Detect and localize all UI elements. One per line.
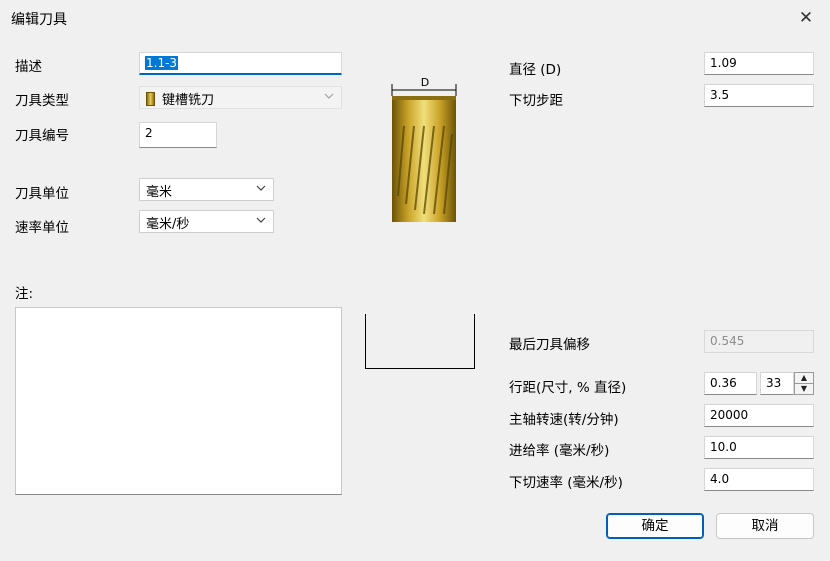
rate-unit-select[interactable]: 毫米/秒 bbox=[139, 210, 274, 233]
description-label: 描述 bbox=[15, 59, 42, 75]
tool-preview: D bbox=[390, 74, 460, 224]
spindle-speed-label: 主轴转速(转/分钟) bbox=[509, 412, 619, 428]
notes-label: 注: bbox=[15, 286, 34, 302]
window-title: 编辑刀具 bbox=[11, 12, 67, 28]
final-offset-label: 最后刀具偏移 bbox=[509, 337, 590, 353]
chevron-down-icon bbox=[256, 217, 266, 223]
profile-preview bbox=[365, 314, 475, 369]
tool-unit-value: 毫米 bbox=[146, 185, 173, 200]
plunge-rate-label: 下切速率 (毫米/秒) bbox=[509, 475, 623, 491]
final-offset-input: 0.545 bbox=[704, 330, 814, 353]
stepover-percent-input[interactable]: 33 bbox=[760, 372, 794, 395]
stepover-input[interactable]: 0.36 bbox=[704, 372, 757, 395]
stepover-label: 行距(尺寸, % 直径) bbox=[509, 380, 627, 396]
stepdown-input[interactable]: 3.5 bbox=[704, 84, 814, 107]
tool-number-input[interactable]: 2 bbox=[139, 122, 217, 148]
diameter-label: 直径 (D) bbox=[509, 62, 562, 78]
rate-unit-label: 速率单位 bbox=[15, 220, 69, 236]
tool-unit-select[interactable]: 毫米 bbox=[139, 178, 274, 201]
stepover-spinner[interactable]: ▲ ▼ bbox=[794, 372, 814, 395]
title-bar: 编辑刀具 ✕ bbox=[0, 0, 830, 36]
rate-unit-value: 毫米/秒 bbox=[146, 217, 190, 232]
description-input[interactable]: 1.1-3 bbox=[139, 52, 342, 75]
diameter-dimension-label: D bbox=[421, 76, 429, 89]
spindle-speed-input[interactable]: 20000 bbox=[704, 404, 814, 427]
arrow-up-icon[interactable]: ▲ bbox=[795, 373, 813, 383]
tool-type-value: 键槽铣刀 bbox=[162, 93, 215, 108]
feed-rate-label: 进给率 (毫米/秒) bbox=[509, 443, 610, 459]
close-icon[interactable]: ✕ bbox=[794, 6, 818, 30]
chevron-down-icon bbox=[324, 93, 334, 99]
stepdown-label: 下切步距 bbox=[509, 93, 563, 109]
diameter-input[interactable]: 1.09 bbox=[704, 52, 814, 75]
description-value: 1.1-3 bbox=[145, 56, 179, 70]
cancel-button[interactable]: 取消 bbox=[716, 513, 814, 539]
chevron-down-icon bbox=[256, 185, 266, 191]
feed-rate-input[interactable]: 10.0 bbox=[704, 436, 814, 459]
endmill-icon bbox=[146, 92, 155, 106]
tool-type-label: 刀具类型 bbox=[15, 93, 69, 109]
tool-unit-label: 刀具单位 bbox=[15, 186, 69, 202]
endmill-preview-image: D bbox=[391, 76, 457, 222]
tool-number-label: 刀具编号 bbox=[15, 128, 69, 144]
notes-textarea[interactable] bbox=[15, 307, 342, 495]
arrow-down-icon[interactable]: ▼ bbox=[795, 383, 813, 394]
ok-button[interactable]: 确定 bbox=[606, 513, 704, 539]
tool-type-select[interactable]: 键槽铣刀 bbox=[139, 86, 342, 109]
plunge-rate-input[interactable]: 4.0 bbox=[704, 468, 814, 491]
